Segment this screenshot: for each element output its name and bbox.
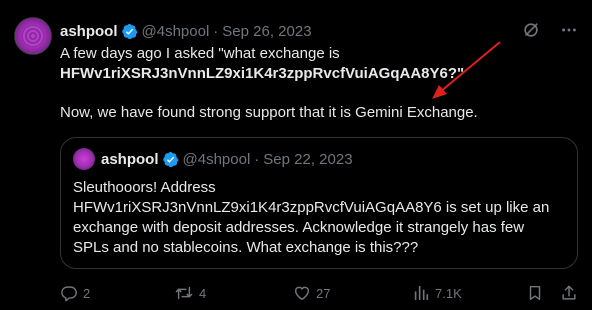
views-count: 7.1K	[435, 285, 462, 301]
quoted-author-handle: @4shpool	[182, 150, 251, 168]
quoted-tweet[interactable]: ashpool @4shpool · Sep 22, 2023 Sleuthoo…	[60, 137, 578, 269]
quoted-text-line: exchange with deposit addresses. Acknowl…	[73, 219, 525, 236]
verified-badge-icon	[162, 151, 179, 167]
repost-count: 4	[199, 285, 207, 301]
views-icon	[414, 285, 429, 301]
quoted-author-avatar	[73, 148, 95, 170]
bookmark-icon	[529, 285, 541, 301]
quoted-text-line: HFWv1riXSRJ3nVnnLZ9xi1K4r3zppRvcfVuiAGqA…	[73, 199, 550, 216]
quoted-author-name: ashpool	[101, 150, 159, 168]
share-button[interactable]	[560, 283, 578, 303]
reply-icon	[61, 286, 77, 302]
quoted-tweet-header: ashpool @4shpool · Sep 22, 2023	[73, 148, 353, 170]
like-count: 27	[316, 285, 331, 301]
quoted-tweet-text: Sleuthooors! Address HFWv1riXSRJ3nVnnLZ9…	[73, 178, 573, 258]
tweet-actions: 2 4 27 7.1K	[60, 283, 580, 303]
share-icon	[562, 285, 576, 300]
views-button[interactable]: 7.1K	[412, 283, 462, 303]
like-button[interactable]: 27	[293, 283, 330, 303]
quoted-text-line: Sleuthooors! Address	[73, 179, 216, 196]
quoted-text-line: SPLs and no stablecoins. What exchange i…	[73, 239, 419, 256]
reply-count: 2	[83, 285, 91, 301]
reply-button[interactable]: 2	[60, 283, 90, 303]
repost-button[interactable]: 4	[174, 283, 206, 303]
repost-icon	[175, 286, 193, 300]
bookmark-button[interactable]	[526, 283, 544, 303]
separator-dot: ·	[254, 150, 260, 168]
like-icon	[294, 286, 310, 301]
quoted-tweet-date: Sep 22, 2023	[263, 150, 353, 168]
